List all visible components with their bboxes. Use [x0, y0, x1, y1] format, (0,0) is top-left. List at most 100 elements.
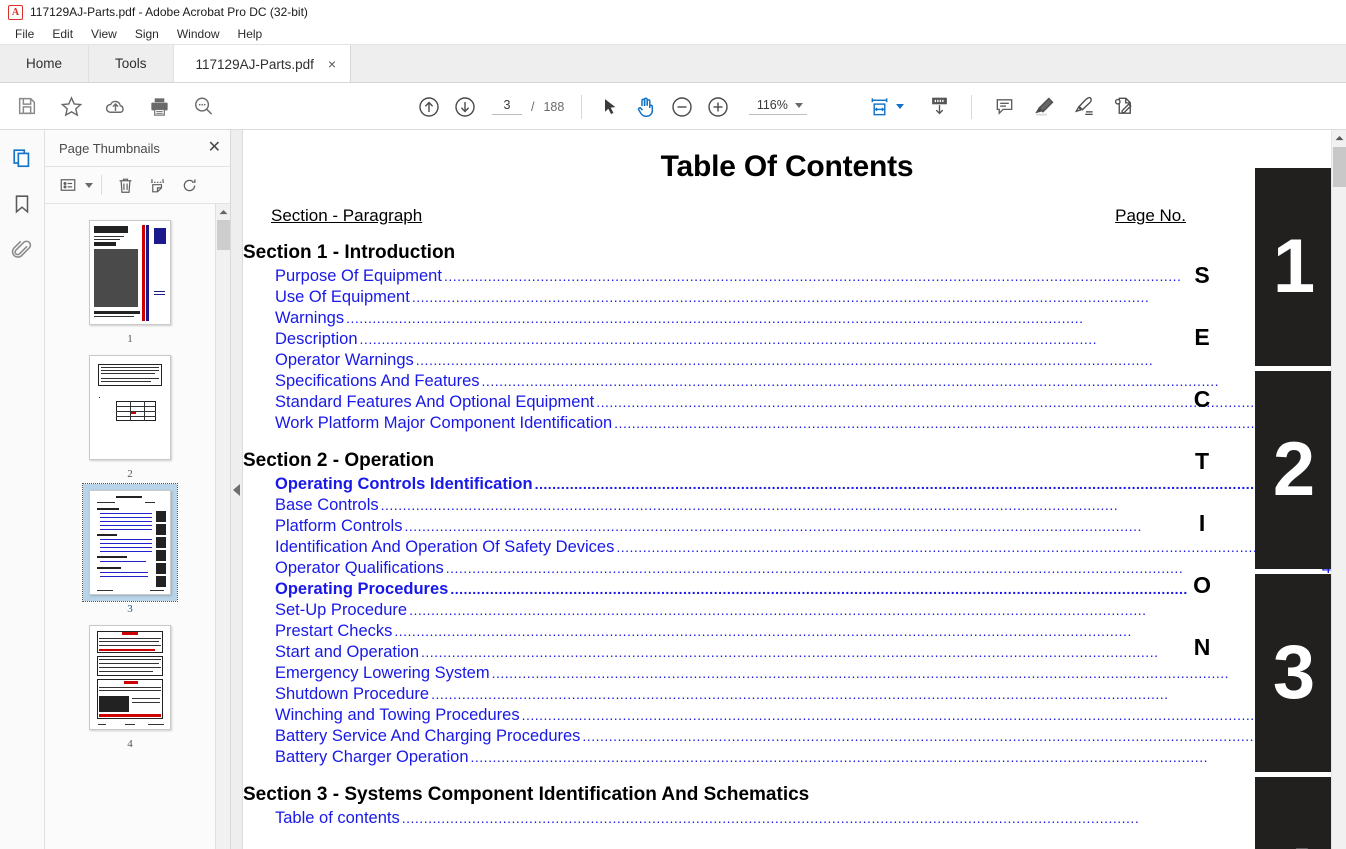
print-icon[interactable] [142, 89, 176, 123]
cursor-arrow-icon[interactable] [593, 90, 627, 124]
rotate-pages-icon[interactable] [174, 171, 204, 199]
toc-leader-dots [346, 308, 1307, 329]
toc-entry[interactable]: Purpose Of Equipment 1 [275, 266, 1331, 287]
toc-section-entries: Purpose Of Equipment 1 Use Of Equipment … [243, 266, 1331, 434]
menu-help[interactable]: Help [229, 25, 272, 43]
delete-pages-icon[interactable] [110, 171, 140, 199]
toc-entry-label: Work Platform Major Component Identifica… [275, 414, 613, 432]
toc-entry[interactable]: Emergency Lowering System 8 [275, 663, 1331, 684]
toc-entry[interactable]: Work Platform Major Component Identifica… [275, 413, 1331, 434]
pdf-page: Table Of Contents Section - Paragraph Pa… [243, 130, 1331, 849]
toc-entry[interactable]: Battery Charger Operation 11 [275, 747, 1331, 768]
scrollbar-thumb[interactable] [217, 220, 230, 250]
toc-entry[interactable]: Battery Service And Charging Procedures … [275, 726, 1331, 747]
tab-document[interactable]: 117129AJ-Parts.pdf × [173, 45, 352, 82]
document-scrollbar[interactable] [1331, 130, 1346, 849]
toc-entry[interactable]: Warnings 1 [275, 308, 1331, 329]
section-tab: 4 [1255, 777, 1331, 849]
collapse-panel-handle[interactable] [231, 130, 243, 849]
toc-entry-label: Operator Warnings [275, 351, 414, 369]
toc-entry[interactable]: Start and Operation 7 [275, 642, 1331, 663]
toc-entry[interactable]: Description 1 [275, 329, 1331, 350]
table-of-contents: Section - Paragraph Page No. Section 1 -… [243, 206, 1331, 829]
pen-draw-icon[interactable] [1067, 90, 1101, 124]
toc-entry[interactable]: Standard Features And Optional Equipment… [275, 392, 1331, 413]
toc-entry[interactable]: Shutdown Procedure 9 [275, 684, 1331, 705]
tab-tools[interactable]: Tools [89, 45, 174, 82]
tab-home[interactable]: Home [0, 45, 90, 82]
arrow-up-circle-icon[interactable] [412, 90, 446, 124]
chevron-down-icon[interactable] [85, 182, 93, 188]
comment-bubble-icon[interactable] [987, 90, 1021, 124]
toc-leader-dots [522, 705, 1307, 726]
arrow-down-circle-icon[interactable] [448, 90, 482, 124]
scroll-up-arrow-icon[interactable] [1332, 130, 1346, 146]
menu-window[interactable]: Window [168, 25, 229, 43]
thumbnail-page-3[interactable]: 3 [82, 483, 178, 615]
thumbnail-label: 4 [127, 738, 133, 750]
toc-leader-dots [431, 684, 1307, 705]
star-icon[interactable] [54, 89, 88, 123]
extract-pages-icon[interactable] [142, 171, 172, 199]
menu-sign[interactable]: Sign [126, 25, 168, 43]
thumbnail-page-4[interactable]: 4 [83, 619, 177, 750]
thumbnail-page-2[interactable]: 2 [83, 349, 177, 480]
toc-entry[interactable]: Winching and Towing Procedures 9 [275, 705, 1331, 726]
toolbar-divider-right [971, 94, 972, 119]
toc-leader-dots [535, 474, 1307, 495]
scrollbar-thumb[interactable] [1333, 147, 1346, 187]
toc-entry[interactable]: Operating Procedures 5 [275, 579, 1331, 600]
toc-entry[interactable]: Set-Up Procedure 5 [275, 600, 1331, 621]
hand-icon[interactable] [629, 90, 663, 124]
toc-section-entries: Operating Controls Identification 1 Base… [243, 474, 1331, 768]
thumbnails-scrollbar[interactable] [215, 204, 230, 849]
highlighter-icon[interactable] [1027, 90, 1061, 124]
toc-entry[interactable]: Operator Qualifications 4 [275, 558, 1331, 579]
thumbnail-frame [89, 625, 171, 730]
attachments-icon[interactable] [6, 234, 38, 266]
thumbnail-preview [90, 491, 170, 594]
bookmarks-icon[interactable] [6, 188, 38, 220]
sign-document-icon[interactable] [1107, 90, 1141, 124]
toc-entry-label: Identification And Operation Of Safety D… [275, 538, 615, 556]
thumbnail-preview [90, 221, 170, 324]
close-icon[interactable]: × [328, 57, 336, 71]
menu-view[interactable]: View [82, 25, 126, 43]
toc-section-title: Section 1 - Introduction [243, 242, 456, 263]
menu-file[interactable]: File [6, 25, 43, 43]
toc-entry[interactable]: Operating Controls Identification 1 [275, 474, 1331, 495]
thumbnail-wrap [83, 349, 177, 466]
scroll-up-arrow-icon[interactable] [216, 204, 230, 219]
minus-circle-icon[interactable] [665, 90, 699, 124]
toc-entry[interactable]: Base Controls 1 [275, 495, 1331, 516]
toc-entry[interactable]: Specifications And Features 3 [275, 371, 1331, 392]
scroll-page-icon[interactable] [922, 90, 956, 124]
page-number-input[interactable] [492, 98, 522, 115]
toc-leader-dots [492, 663, 1307, 684]
zoom-level-dropdown[interactable]: 116% [749, 98, 808, 115]
fit-width-icon[interactable] [862, 90, 896, 124]
page-thumbnails-icon[interactable] [6, 142, 38, 174]
thumbnails-scroll-area[interactable]: 1 2 3 4 [45, 204, 230, 849]
upload-cloud-icon[interactable] [98, 89, 132, 123]
document-viewer[interactable]: Table Of Contents Section - Paragraph Pa… [243, 130, 1346, 849]
close-icon[interactable]: ✕ [208, 140, 221, 156]
tab-strip: Home Tools 117129AJ-Parts.pdf × [0, 45, 1346, 83]
toc-entry[interactable]: Operator Warnings 2 [275, 350, 1331, 371]
save-icon[interactable] [10, 89, 44, 123]
toc-leader-dots [402, 808, 1307, 829]
toc-section-title: Section 3 - Systems Component Identifica… [243, 784, 810, 805]
toc-entry[interactable]: Identification And Operation Of Safety D… [275, 537, 1331, 558]
toc-entry[interactable]: Prestart Checks 6 [275, 621, 1331, 642]
toc-entry[interactable]: Platform Controls 2 [275, 516, 1331, 537]
toc-entry[interactable]: Table of contents 1 [275, 808, 1331, 829]
search-zoom-icon[interactable] [186, 89, 220, 123]
plus-circle-icon[interactable] [701, 90, 735, 124]
menu-edit[interactable]: Edit [43, 25, 82, 43]
app-body: Page Thumbnails ✕ 1 2 3 4 Table Of Conte… [0, 130, 1346, 849]
options-list-icon[interactable] [53, 171, 83, 199]
thumbnail-page-1[interactable]: 1 [83, 214, 177, 345]
toc-entry[interactable]: Use Of Equipment 1 [275, 287, 1331, 308]
toc-entry-label: Description [275, 330, 358, 348]
fit-width-chevron-down-icon[interactable] [896, 104, 904, 109]
